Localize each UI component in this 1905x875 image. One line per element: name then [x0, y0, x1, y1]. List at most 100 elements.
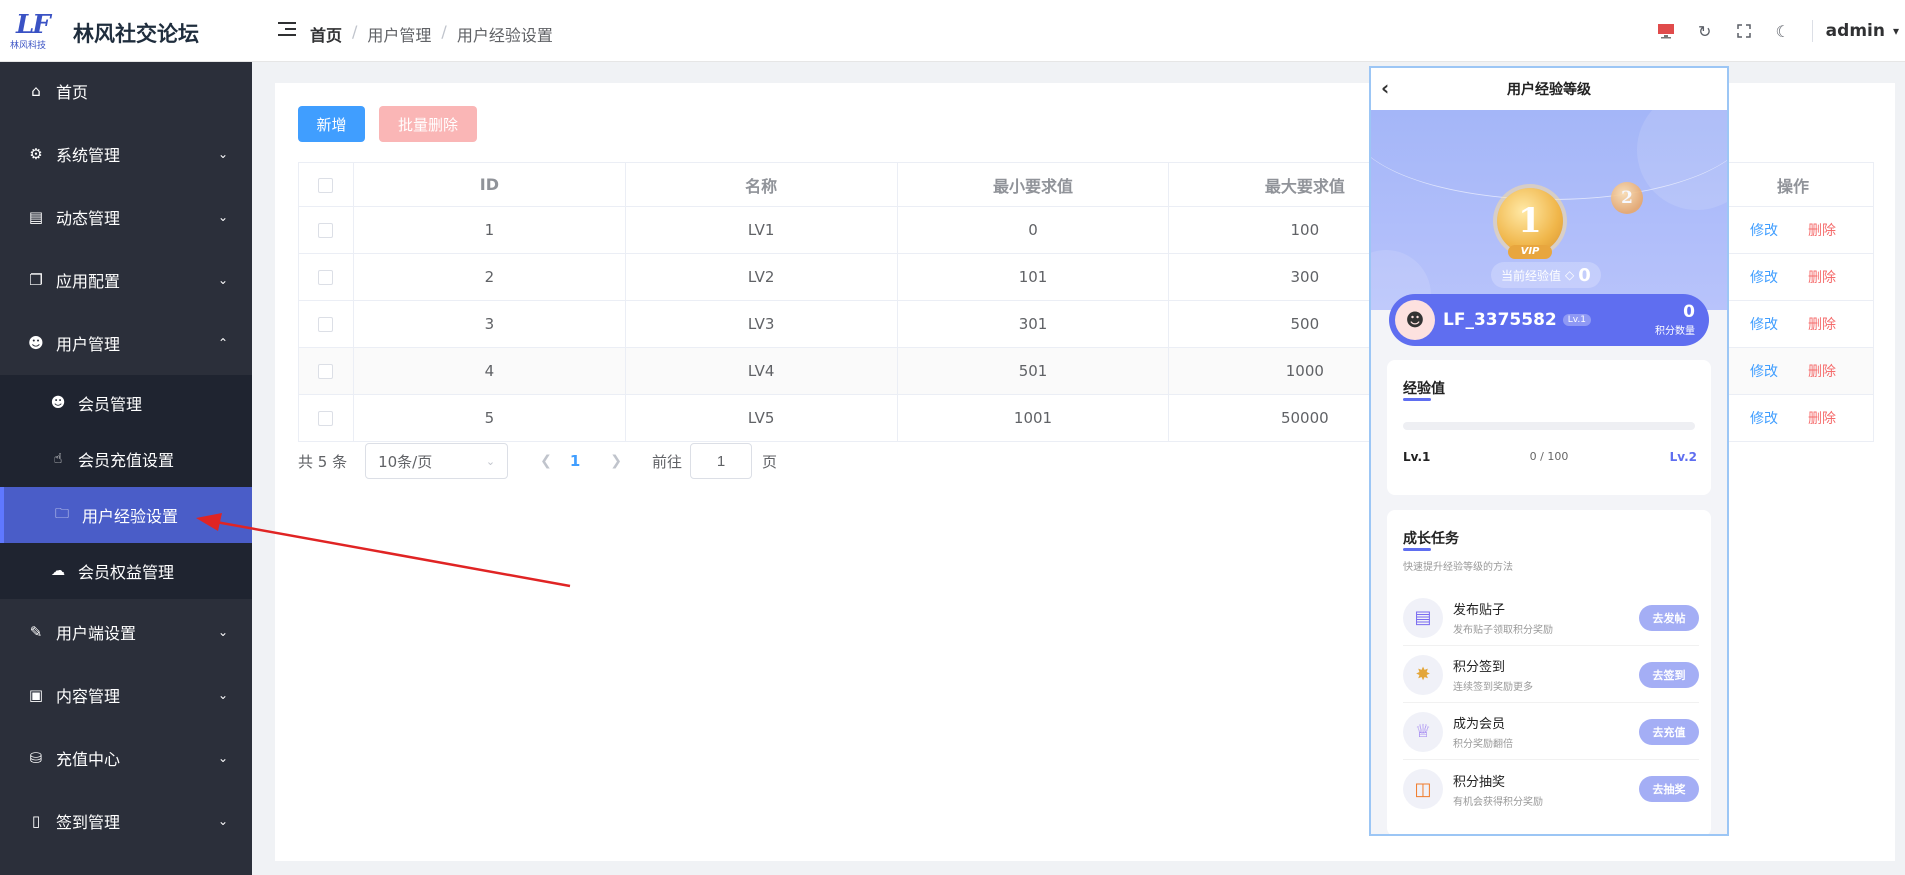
menu-toggle-icon[interactable] [278, 22, 296, 38]
cell-name: LV4 [624, 347, 898, 395]
sidebar-subitem-exp-settings[interactable]: 🗀 用户经验设置 [0, 487, 252, 543]
cell-actions: 修改 删除 [1712, 300, 1874, 348]
chevron-down-icon: ⌄ [217, 751, 228, 765]
goto-page-input[interactable] [690, 443, 753, 479]
column-header-name[interactable]: 名称 [624, 162, 898, 207]
current-exp-value: 0 [1578, 264, 1591, 286]
edit-icon: ✎ [29, 623, 43, 641]
task-desc: 有机会获得积分奖励 [1453, 796, 1543, 808]
breadcrumb: 首页 / 用户管理 / 用户经验设置 [310, 22, 553, 46]
edit-link[interactable]: 修改 [1750, 411, 1778, 427]
page-size-value: 10条/页 [378, 452, 433, 471]
site-title: 林风社交论坛 [73, 22, 199, 46]
logo-area[interactable]: LF 林风科技 林风社交论坛 [0, 0, 252, 62]
sidebar-item-home[interactable]: ⌂ 首页 [0, 62, 252, 120]
moon-icon[interactable]: ☾ [1773, 21, 1793, 41]
sidebar-subitem-member-recharge[interactable]: ☝ 会员充值设置 [0, 431, 252, 487]
batch-delete-button[interactable]: 批量删除 [379, 106, 477, 142]
page-number-current[interactable]: 1 [570, 452, 580, 470]
sidebar-item-label: 会员充值设置 [78, 451, 175, 470]
task-text: 发布贴子 发布贴子领取积分奖励 [1453, 599, 1553, 636]
exp-progress-text: 0 / 100 [1529, 450, 1569, 463]
delete-link[interactable]: 删除 [1808, 270, 1836, 286]
next-page-icon[interactable]: ❯ [610, 453, 622, 469]
back-icon[interactable]: ‹ [1381, 76, 1389, 100]
user-menu[interactable]: admin [1826, 21, 1885, 41]
breadcrumb-user-management[interactable]: 用户管理 [367, 22, 431, 46]
cell-name: LV2 [624, 253, 898, 301]
delete-link[interactable]: 删除 [1808, 223, 1836, 239]
sidebar-item-label: 首页 [56, 83, 89, 102]
points-summary: 0 积分数量 [1655, 302, 1695, 337]
header-divider [1811, 20, 1813, 42]
sidebar: ⌂ 首页 ⚙ 系统管理 ⌄ ▤ 动态管理 ⌄ ❐ 应用配置 ⌄ ☻ 用户管理 ⌃… [0, 62, 252, 875]
refresh-icon[interactable]: ↻ [1695, 21, 1715, 41]
cell-name: LV5 [624, 394, 898, 442]
chevron-down-icon: ⌄ [217, 814, 228, 828]
edit-link[interactable]: 修改 [1750, 270, 1778, 286]
chevron-down-icon: ⌄ [217, 688, 228, 702]
mobile-preview: ‹ 用户经验等级 1 VIP 2 当前经验值 ◇ 0 ☻ LF_3375582 … [1369, 66, 1729, 836]
sidebar-item-recharge[interactable]: ⛁ 充值中心 ⌄ [0, 729, 252, 787]
coins-icon: ⛁ [29, 749, 43, 767]
sidebar-item-system[interactable]: ⚙ 系统管理 ⌄ [0, 125, 252, 183]
cell-actions: 修改 删除 [1712, 206, 1874, 254]
cell-actions: 修改 删除 [1712, 394, 1874, 442]
avatar[interactable]: ☻ [1395, 300, 1435, 340]
select-all-checkbox[interactable] [298, 162, 354, 207]
row-checkbox[interactable] [298, 206, 354, 254]
fullscreen-icon[interactable] [1734, 21, 1754, 41]
phone-icon: ▯ [31, 812, 41, 830]
task-text: 积分签到 连续签到奖励更多 [1453, 656, 1533, 693]
sidebar-item-users[interactable]: ☻ 用户管理 ⌃ [0, 314, 252, 372]
exp-card: 经验值 0 / 100 Lv.1 Lv.2 [1387, 360, 1711, 495]
task-desc: 发布贴子领取积分奖励 [1453, 625, 1553, 636]
user-icon: ☻ [28, 334, 44, 352]
delete-link[interactable]: 删除 [1808, 317, 1836, 333]
go-signin-button[interactable]: 去签到 [1639, 661, 1699, 688]
go-lottery-button[interactable]: 去抽奖 [1639, 776, 1699, 802]
row-checkbox[interactable] [298, 347, 354, 395]
row-checkbox[interactable] [298, 253, 354, 301]
pagination: 共 5 条 10条/页 ⌄ ❮ 1 ❯ 前往 页 [298, 443, 777, 479]
message-icon: ▤ [28, 208, 44, 226]
go-recharge-button[interactable]: 去充值 [1639, 718, 1699, 745]
screen-icon[interactable] [1656, 21, 1676, 41]
points-value: 0 [1683, 302, 1695, 322]
edit-link[interactable]: 修改 [1750, 223, 1778, 239]
delete-link[interactable]: 删除 [1808, 411, 1836, 427]
chevron-down-icon[interactable]: ▾ [1893, 24, 1899, 38]
add-button[interactable]: 新增 [298, 106, 365, 142]
cloud-icon: ☁ [51, 563, 65, 579]
sidebar-item-signin[interactable]: ▯ 签到管理 ⌄ [0, 792, 252, 850]
sidebar-item-dynamic[interactable]: ▤ 动态管理 ⌄ [0, 188, 252, 246]
page-size-select[interactable]: 10条/页 ⌄ [365, 443, 509, 479]
task-name: 积分抽奖 [1453, 774, 1506, 790]
task-desc: 积分奖励翻倍 [1453, 739, 1513, 750]
cell-min: 501 [896, 347, 1170, 395]
title-underline [1403, 548, 1431, 551]
column-header-id[interactable]: ID [352, 162, 626, 207]
row-checkbox[interactable] [298, 394, 354, 442]
edit-link[interactable]: 修改 [1750, 364, 1778, 380]
column-header-min[interactable]: 最小要求值 [896, 162, 1170, 207]
row-checkbox[interactable] [298, 300, 354, 348]
go-post-button[interactable]: 去发帖 [1639, 604, 1699, 631]
exp-from-level: Lv.1 [1403, 450, 1431, 464]
delete-link[interactable]: 删除 [1808, 364, 1836, 380]
sidebar-subitem-member-benefits[interactable]: ☁ 会员权益管理 [0, 543, 252, 599]
cell-id: 3 [352, 300, 626, 348]
sidebar-subitem-members[interactable]: ☻ 会员管理 [0, 375, 252, 431]
medal-icon: ✸ [1403, 654, 1443, 695]
sidebar-item-content[interactable]: ▣ 内容管理 ⌄ [0, 666, 252, 724]
breadcrumb-home[interactable]: 首页 [310, 22, 342, 46]
header-tools: ↻ ☾ admin ▾ [1656, 0, 1905, 62]
edit-link[interactable]: 修改 [1750, 317, 1778, 333]
sidebar-item-client-settings[interactable]: ✎ 用户端设置 ⌄ [0, 603, 252, 661]
exp-title: 经验值 [1403, 381, 1445, 397]
prev-page-icon[interactable]: ❮ [540, 453, 552, 469]
tasks-card: 成长任务 快速提升经验等级的方法 ▤ 发布贴子 发布贴子领取积分奖励 去发帖 ✸… [1387, 510, 1711, 834]
pointer-icon: ☝ [53, 451, 63, 467]
sidebar-item-app-config[interactable]: ❐ 应用配置 ⌄ [0, 251, 252, 309]
folder-icon: 🗀 [55, 506, 69, 522]
